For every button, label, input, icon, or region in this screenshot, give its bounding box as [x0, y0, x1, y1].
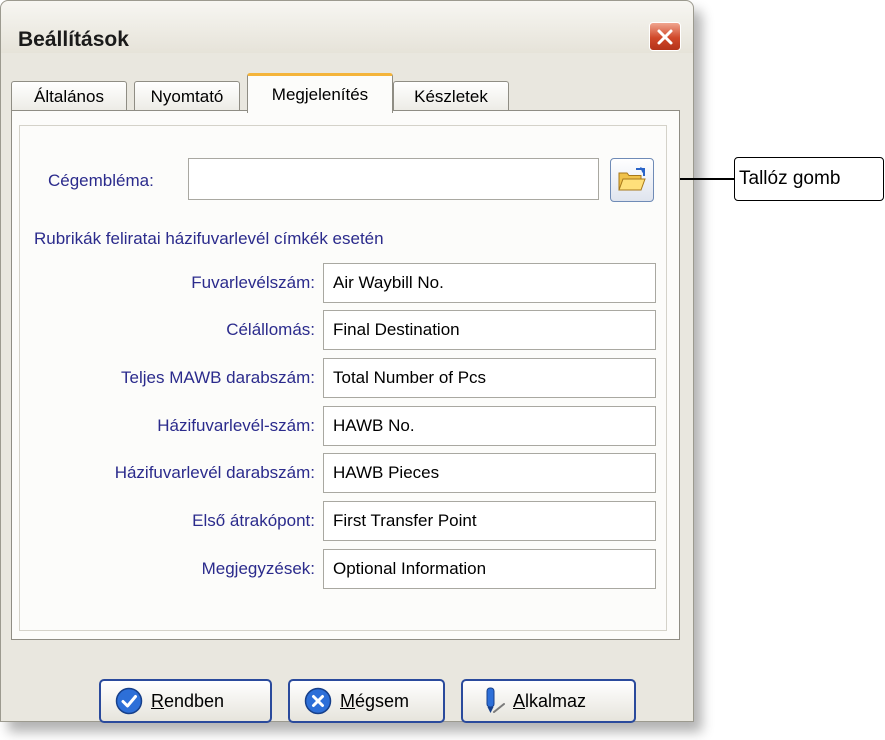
field-label-hawb-no: Házifuvarlevél-szám: — [157, 416, 315, 435]
cancel-x-icon — [304, 687, 332, 715]
field-input-destination[interactable]: Final Destination — [323, 310, 656, 350]
field-label-notes: Megjegyzések: — [201, 559, 315, 578]
tab-altalanos[interactable]: Általános — [11, 81, 127, 111]
ok-button[interactable]: Rendben — [99, 679, 272, 723]
ok-button-label: Rendben — [151, 690, 225, 711]
title-bar[interactable]: Beállítások — [1, 1, 693, 53]
settings-dialog: Beállítások Általános Nyomtató Megjelení… — [0, 0, 694, 723]
apply-pen-icon — [486, 687, 505, 713]
field-input-hawb-no[interactable]: HAWB No. — [323, 406, 656, 446]
field-label-awb: Fuvarlevélszám: — [191, 273, 315, 292]
field-label-total-pcs: Teljes MAWB darabszám: — [121, 368, 315, 387]
apply-button[interactable]: Alkalmaz — [461, 679, 636, 723]
apply-button-label: Alkalmaz — [513, 690, 587, 711]
field-input-hawb-pieces[interactable]: HAWB Pieces — [323, 453, 656, 493]
field-input-total-pcs[interactable]: Total Number of Pcs — [323, 358, 656, 398]
field-input-notes[interactable]: Optional Information — [323, 549, 656, 589]
field-label-destination: Célállomás: — [226, 320, 315, 339]
tab-keszletek[interactable]: Készletek — [393, 81, 509, 111]
folder-open-icon — [618, 167, 646, 191]
dialog-title: Beállítások — [18, 28, 129, 51]
tab-megjelenites[interactable]: Megjelenítés — [247, 73, 393, 113]
browse-button[interactable] — [610, 158, 654, 202]
close-button[interactable] — [649, 22, 681, 51]
cancel-button-label: Mégsem — [340, 690, 410, 711]
field-input-awb[interactable]: Air Waybill No. — [323, 263, 656, 303]
section-title: Rubrikák feliratai házifuvarlevél címkék… — [34, 229, 384, 248]
checkmark-icon — [115, 687, 143, 715]
logo-path-input[interactable] — [188, 158, 599, 200]
cancel-button[interactable]: Mégsem — [288, 679, 445, 723]
close-icon — [657, 29, 673, 44]
field-input-transfer-point[interactable]: First Transfer Point — [323, 501, 656, 541]
tab-nyomtato[interactable]: Nyomtató — [134, 81, 240, 111]
logo-label: Cégembléma: — [48, 171, 154, 190]
field-label-hawb-pieces: Házifuvarlevél darabszám: — [114, 463, 315, 482]
field-label-transfer-point: Első átrakópont: — [192, 511, 315, 530]
browse-callout: Tallóz gomb — [734, 157, 884, 201]
